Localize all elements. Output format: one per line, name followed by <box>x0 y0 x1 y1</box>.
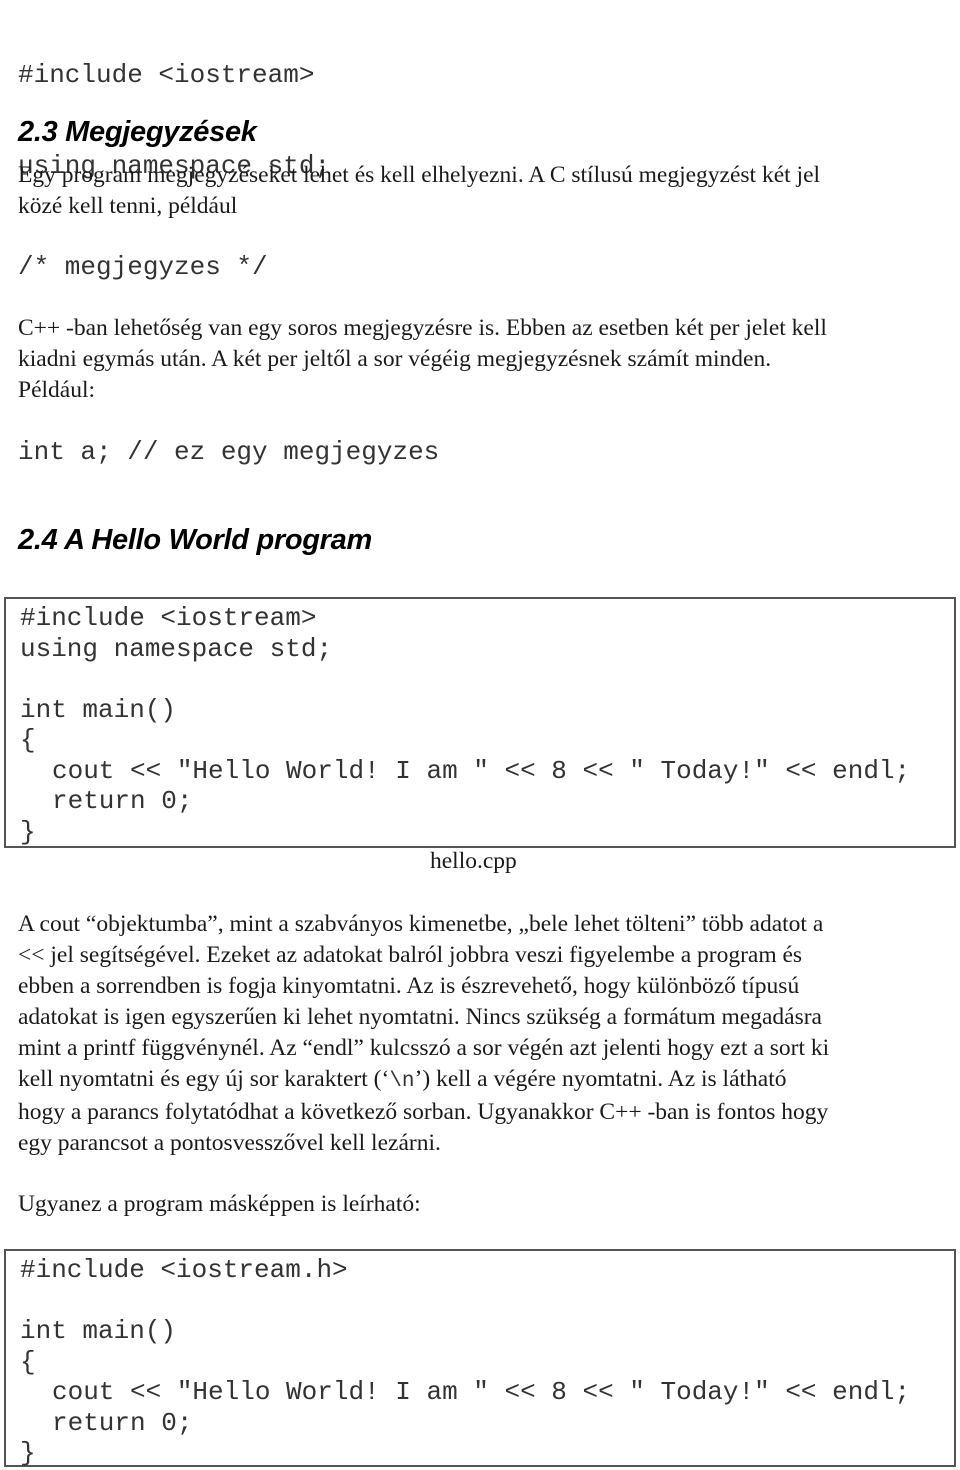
line-comment-paragraph: C++ -ban lehetőség van egy soros megjegy… <box>18 313 953 406</box>
code-listing: #include <iostream.h> int main(){ cout << … <box>20 1255 954 1469</box>
cout-explanation-paragraph: A cout “objektumba”, mint a szabványos k… <box>18 909 953 1159</box>
code-line: cout << "Hello World! I am " << 8 << " T… <box>52 755 911 786</box>
c-comment-example: /* megjegyzes */ <box>18 252 268 282</box>
code-line: return 0; <box>52 1407 193 1438</box>
code-line: } <box>20 816 36 847</box>
code-line: { <box>20 725 36 755</box>
text-fragment: kell nyomtatni és egy új sor karaktert (… <box>18 1066 390 1092</box>
text-fragment: ’) kell a végére nyomtatni. Az is láthat… <box>414 1066 787 1092</box>
cpp-comment-example: int a; // ez egy megjegyzes <box>18 437 440 467</box>
code-box-alternative: #include <iostream.h> int main(){ cout << … <box>4 1249 956 1469</box>
code-line: { <box>20 1346 36 1377</box>
code-line: } <box>20 1438 36 1468</box>
code-caption: hello.cpp <box>430 848 517 874</box>
paragraph-line: kell nyomtatni és egy új sor karaktert (… <box>18 1064 953 1097</box>
paragraph-line: C++ -ban lehetőség van egy soros megjegy… <box>18 315 827 341</box>
code-box-hello-cpp: #include <iostream> using namespace std; i… <box>4 597 956 848</box>
code-line: #include <iostream.h> <box>20 1255 348 1285</box>
paragraph-line: Egy program megjegyzéseket lehet és kell… <box>18 162 821 188</box>
paragraph-line: hogy a parancs folytatódhat a következő … <box>18 1099 829 1125</box>
paragraph-line: ebben a sorrendben is fogja kinyomtatni.… <box>18 973 800 999</box>
alternative-intro: Ugyanez a program másképpen is leírható: <box>18 1191 421 1217</box>
code-line: cout << "Hello World! I am " << 8 << " T… <box>52 1377 911 1407</box>
paragraph-line: mint a printf függvénynél. Az “endl” kul… <box>18 1035 830 1061</box>
code-listing: #include <iostream> using namespace std; i… <box>20 603 954 847</box>
section-heading-hello-world: 2.4 A Hello World program <box>18 524 372 556</box>
paragraph-line: közé kell tenni, például <box>18 193 238 219</box>
code-line: int main() <box>20 694 177 725</box>
paragraph-line: kiadni egymás után. A két per jeltől a s… <box>18 346 772 372</box>
code-line: return 0; <box>52 786 193 816</box>
comments-intro-paragraph: Egy program megjegyzéseket lehet és kell… <box>18 160 953 222</box>
code-line: using namespace std; <box>20 633 333 664</box>
code-line: #include <iostream> <box>20 603 317 633</box>
paragraph-line: A cout “objektumba”, mint a szabványos k… <box>18 911 824 937</box>
paragraph-line: egy parancsot a pontosvesszővel kell lez… <box>18 1130 441 1156</box>
paragraph-line: << jel segítségével. Ezeket az adatokat … <box>18 942 803 968</box>
code-line: #include <iostream> <box>18 60 315 90</box>
inline-code-newline: \n <box>389 1070 415 1093</box>
section-heading-comments: 2.3 Megjegyzések <box>18 116 257 148</box>
code-line: int main() <box>20 1316 177 1346</box>
paragraph-line: adatokat is igen egyszerűen ki lehet nyo… <box>18 1004 822 1030</box>
paragraph-line: Például: <box>18 377 96 403</box>
